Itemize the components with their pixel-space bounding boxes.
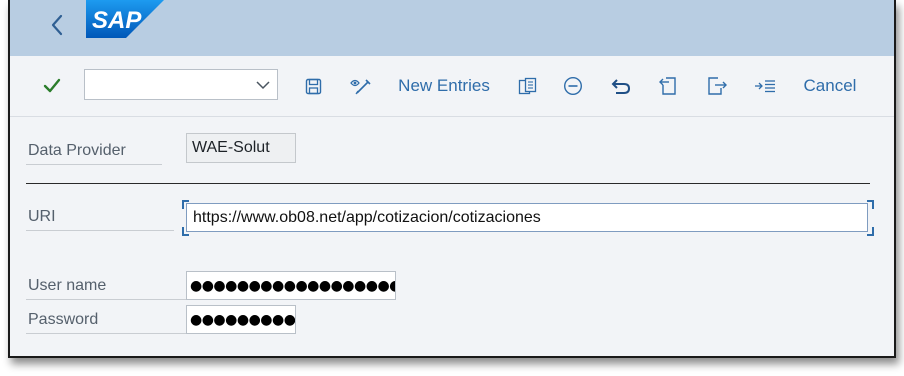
confirm-button[interactable] bbox=[38, 70, 66, 102]
sap-logo-text: SAP bbox=[92, 7, 142, 34]
save-icon bbox=[305, 78, 321, 94]
command-field[interactable] bbox=[84, 69, 278, 100]
sap-logo: SAP bbox=[86, 0, 164, 38]
user-name-value: ●●●●●●●●●●●●●●●●●●●●●●● bbox=[190, 277, 395, 294]
checkmark-icon bbox=[43, 78, 61, 93]
copy-button[interactable] bbox=[514, 70, 540, 102]
undo-icon bbox=[611, 79, 631, 94]
focus-marker-top-right bbox=[867, 200, 874, 209]
user-name-label: User name bbox=[26, 272, 186, 300]
user-name-field[interactable]: ●●●●●●●●●●●●●●●●●●●●●●● bbox=[186, 271, 396, 300]
back-button[interactable] bbox=[44, 10, 70, 40]
delete-button[interactable] bbox=[560, 70, 586, 102]
cancel-button[interactable]: Cancel bbox=[798, 70, 862, 102]
uri-value: https://www.ob08.net/app/cotizacion/coti… bbox=[193, 208, 541, 226]
display-change-icon bbox=[350, 79, 371, 95]
detail-form: Data Provider WAE-Solut URI https://www.… bbox=[10, 117, 894, 356]
select-block-icon bbox=[755, 80, 775, 93]
command-field-input[interactable] bbox=[91, 71, 255, 100]
previous-entry-button[interactable] bbox=[656, 70, 682, 102]
section-divider bbox=[26, 183, 870, 184]
next-entry-button[interactable] bbox=[704, 70, 730, 102]
save-button[interactable] bbox=[300, 70, 326, 102]
undo-button[interactable] bbox=[608, 70, 634, 102]
chevron-down-icon[interactable] bbox=[255, 77, 271, 93]
focus-marker-top-left bbox=[182, 200, 189, 209]
select-block-button[interactable] bbox=[752, 70, 778, 102]
copy-icon bbox=[518, 77, 536, 94]
chevron-left-icon bbox=[51, 14, 63, 36]
previous-entry-icon bbox=[659, 77, 676, 95]
data-provider-value: WAE-Solut bbox=[186, 133, 296, 163]
sap-window: SAP New Entries Cancel Data Provider WAE… bbox=[8, 0, 896, 358]
delete-icon bbox=[563, 76, 583, 96]
cancel-label: Cancel bbox=[803, 76, 857, 95]
next-entry-icon bbox=[708, 77, 727, 95]
focus-marker-bottom-left bbox=[182, 227, 189, 236]
shell-bar: SAP bbox=[10, 0, 894, 56]
focus-marker-bottom-right bbox=[867, 227, 874, 236]
password-value: ●●●●●●●●●●●●● bbox=[190, 311, 296, 328]
new-entries-button[interactable]: New Entries bbox=[396, 70, 492, 102]
password-field[interactable]: ●●●●●●●●●●●●● bbox=[186, 305, 296, 334]
application-toolbar: New Entries Cancel bbox=[10, 56, 894, 117]
uri-field[interactable]: https://www.ob08.net/app/cotizacion/coti… bbox=[186, 203, 868, 232]
uri-label: URI bbox=[26, 203, 174, 231]
data-provider-label: Data Provider bbox=[26, 137, 162, 165]
password-label: Password bbox=[26, 306, 186, 334]
new-entries-label: New Entries bbox=[398, 76, 490, 95]
display-change-button[interactable] bbox=[346, 70, 374, 102]
